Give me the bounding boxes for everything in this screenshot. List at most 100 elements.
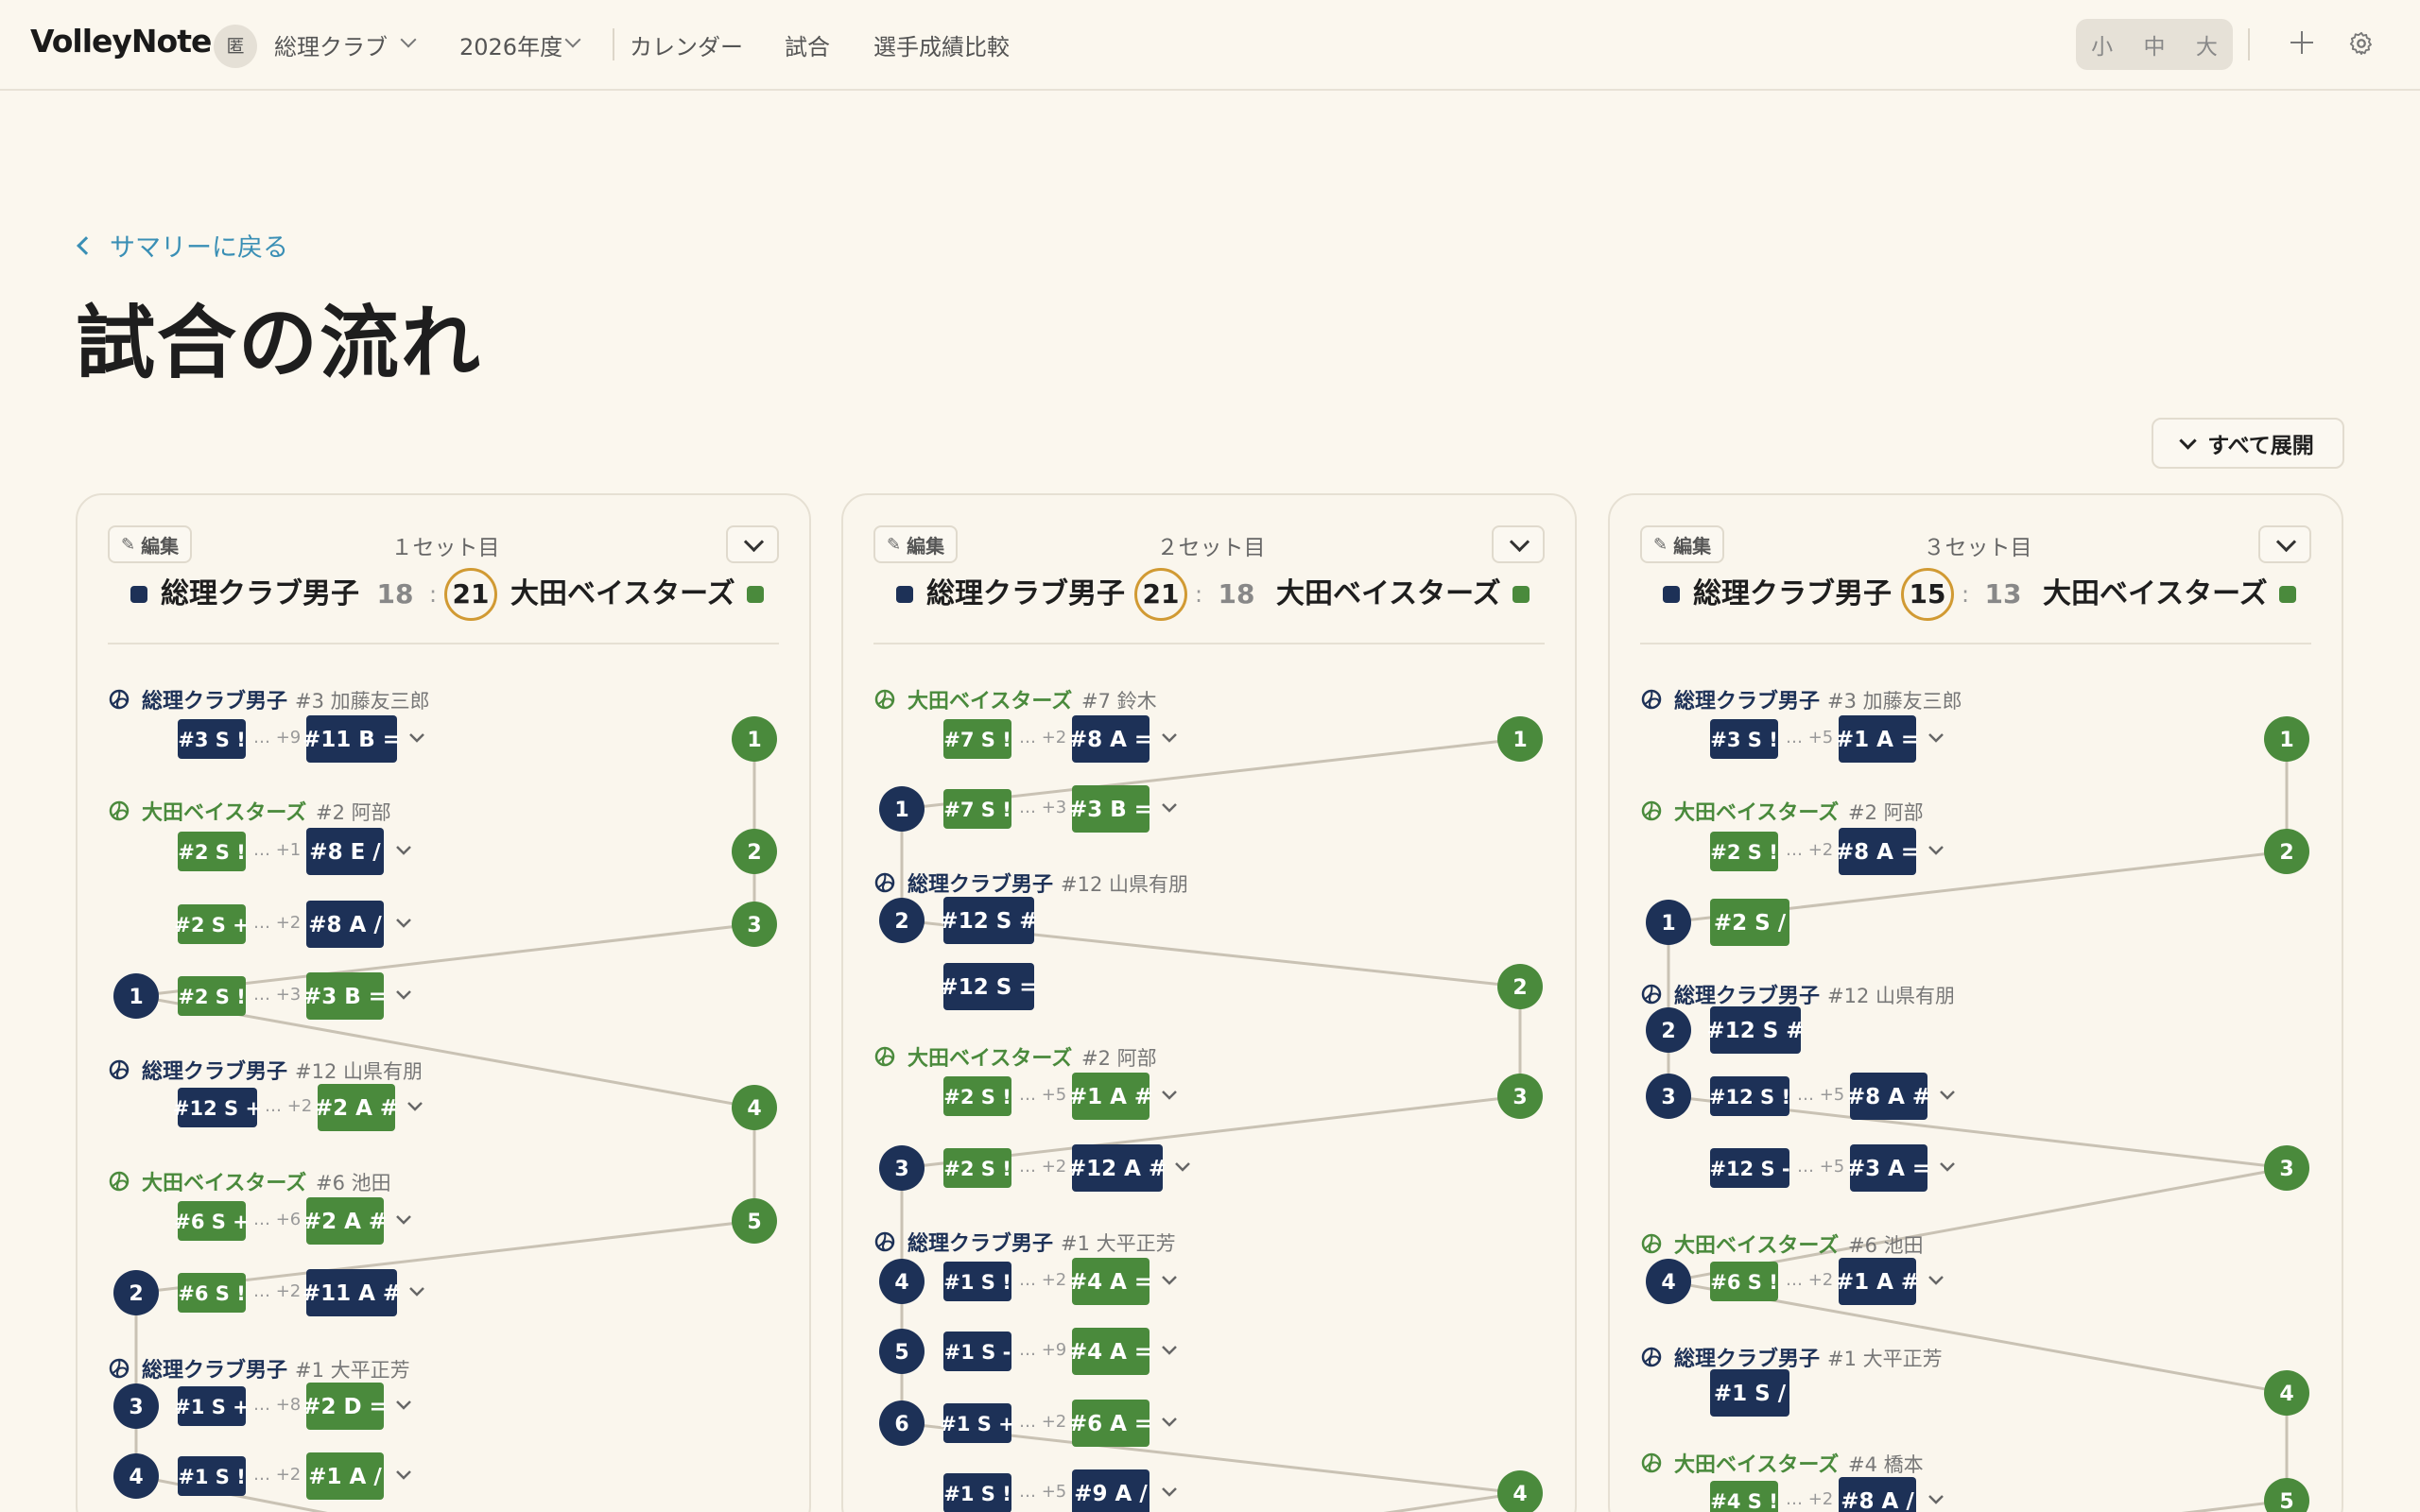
chevron-down-icon[interactable] <box>1162 733 1177 743</box>
chevron-down-icon[interactable] <box>396 919 411 928</box>
serve-chip-label: #3 S ! <box>178 729 246 751</box>
rally-row[interactable]: #6 S ! … +2 #11 A # <box>178 1269 424 1316</box>
chevron-down-icon[interactable] <box>396 1470 411 1480</box>
rally-row[interactable]: #2 S / <box>1710 899 1789 946</box>
font-size-large[interactable]: 大 <box>2196 28 2218 60</box>
brand-logo[interactable]: VolleyNote <box>30 23 212 60</box>
rally-row[interactable]: #12 S ! … +5 #8 A # <box>1709 1073 1955 1120</box>
rally-more-count: … +2 <box>253 1465 301 1485</box>
rally-row[interactable]: #4 S ! … +2 #8 A / <box>1710 1477 1944 1512</box>
rally-row[interactable]: #3 S ! … +9 #11 B = <box>178 715 424 763</box>
server-player: #1 大平正芳 <box>295 1359 410 1382</box>
font-size-small[interactable]: 小 <box>2091 28 2113 60</box>
point-node: 6 <box>879 1400 925 1446</box>
chevron-down-icon[interactable] <box>1940 1091 1955 1100</box>
end-chip-label: #1 A = <box>1836 728 1919 752</box>
serve-chip-label: #1 S + <box>940 1413 1015 1435</box>
nav-player-compare[interactable]: 選手成績比較 <box>873 28 1010 61</box>
server-team: 大田ベイスターズ <box>1674 1452 1839 1477</box>
expand-all-button[interactable]: すべて展開 <box>2152 418 2344 469</box>
chevron-down-icon[interactable] <box>1162 1091 1177 1100</box>
chevron-down-icon[interactable] <box>1928 733 1944 743</box>
chevron-down-icon[interactable] <box>396 990 411 1000</box>
rally-more-count: … +3 <box>253 985 301 1005</box>
plus-icon[interactable] <box>2288 28 2316 57</box>
toolbar-divider <box>2248 28 2250 60</box>
point-node: 2 <box>2264 829 2309 874</box>
point-node: 4 <box>1497 1470 1543 1512</box>
rally-more-count: … +5 <box>1797 1157 1844 1177</box>
point-node: 3 <box>2264 1145 2309 1191</box>
rally-row[interactable]: #2 S ! … +5 #1 A # <box>943 1073 1177 1120</box>
volleyball-icon <box>874 872 895 893</box>
point-number: 1 <box>894 799 908 822</box>
rally-row[interactable]: #2 S ! … +2 #12 A # <box>943 1144 1190 1192</box>
rally-row[interactable]: #2 S ! … +1 #8 E / <box>178 828 411 875</box>
volleyball-icon <box>874 1046 895 1067</box>
font-size-medium[interactable]: 中 <box>2143 28 2165 60</box>
nav-calendar[interactable]: カレンダー <box>630 28 743 61</box>
serve-chip-label: #1 S ! <box>943 1271 1011 1294</box>
rally-row[interactable]: #6 S +… +6 #2 A # <box>174 1197 411 1245</box>
rally-row[interactable]: #12 S = <box>940 963 1038 1010</box>
chevron-down-icon[interactable] <box>1928 1276 1944 1285</box>
back-link-label: サマリーに戻る <box>110 233 288 263</box>
point-node: 3 <box>113 1383 159 1429</box>
rally-row[interactable]: #1 S ! … +2 #4 A = <box>943 1258 1177 1305</box>
chevron-down-icon[interactable] <box>1162 1276 1177 1285</box>
rally-row[interactable]: #7 S ! … +2 #8 A = <box>943 715 1177 763</box>
end-chip-label: #2 D = <box>302 1395 388 1419</box>
point-number: 1 <box>747 729 761 752</box>
chevron-down-icon[interactable] <box>396 1400 411 1410</box>
rally-row[interactable]: #1 S / <box>1710 1369 1789 1417</box>
point-number: 4 <box>129 1466 143 1489</box>
point-node: 5 <box>2264 1478 2309 1512</box>
rally-row[interactable]: #1 S +… +8 #2 D = <box>174 1383 411 1430</box>
rally-row[interactable]: #2 S ! … +3 #3 B = <box>178 972 411 1020</box>
chevron-down-icon[interactable] <box>1162 1346 1177 1355</box>
chevron-down-icon[interactable] <box>1162 1418 1177 1427</box>
volleyball-icon <box>1641 1452 1662 1473</box>
chevron-down-icon[interactable] <box>1928 846 1944 855</box>
serve-chip-label: #7 S ! <box>943 729 1011 751</box>
rally-row[interactable]: #12 S - … +5 #3 A = <box>1709 1144 1955 1192</box>
chevron-down-icon[interactable] <box>1940 1162 1955 1172</box>
flow-content: 大田ベイスターズ #7 鈴木総理クラブ男子 #12 山県有朋大田ベイスターズ #2 阿… <box>874 689 1543 1512</box>
rally-row[interactable]: #2 S +… +2 #8 A / <box>174 901 411 948</box>
rally-row[interactable]: #1 S ! … +2 #1 A / <box>178 1452 411 1500</box>
rally-row[interactable]: #3 S ! … +5 #1 A = <box>1710 715 1944 763</box>
gear-icon[interactable] <box>2348 30 2375 57</box>
chevron-down-icon[interactable] <box>396 1215 411 1225</box>
club-selector[interactable]: 総理クラブ <box>274 28 388 61</box>
server-player: #12 山県有朋 <box>1827 985 1955 1007</box>
server-header: 総理クラブ男子 #3 加藤友三郎 <box>109 689 430 713</box>
rally-row[interactable]: #1 S ! … +5 #9 A / <box>943 1469 1177 1512</box>
serve-chip-label: #2 S + <box>174 914 250 936</box>
server-player: #3 加藤友三郎 <box>1827 690 1962 713</box>
chevron-down-icon[interactable] <box>396 846 411 855</box>
chevron-down-icon[interactable] <box>1175 1162 1190 1172</box>
rally-row[interactable]: #1 S - … +9 #4 A = <box>943 1328 1177 1375</box>
season-selector[interactable]: 2026年度 <box>459 28 562 61</box>
rally-more-count: … +8 <box>253 1395 301 1415</box>
chevron-down-icon[interactable] <box>409 1287 424 1297</box>
rally-row[interactable]: #2 S ! … +2 #8 A = <box>1710 828 1944 875</box>
rally-more-count: … +2 <box>253 1281 301 1301</box>
rally-row[interactable]: #12 S +… +2 #2 A # <box>173 1084 423 1131</box>
back-to-summary-link[interactable]: サマリーに戻る <box>77 227 288 264</box>
nav-matches[interactable]: 試合 <box>785 28 830 61</box>
chevron-down-icon[interactable] <box>1928 1495 1944 1504</box>
rally-row[interactable]: #12 S # <box>1706 1006 1805 1054</box>
font-size-toggle: 小 中 大 <box>2076 19 2233 70</box>
server-header: 大田ベイスターズ #2 阿部 <box>109 800 391 825</box>
chevron-down-icon[interactable] <box>1162 803 1177 813</box>
rally-row[interactable]: #12 S # <box>940 897 1038 944</box>
point-number: 5 <box>747 1211 761 1234</box>
point-node: 4 <box>1646 1259 1691 1304</box>
server-player: #12 山県有朋 <box>1061 873 1188 896</box>
chevron-down-icon[interactable] <box>1162 1487 1177 1497</box>
chevron-down-icon[interactable] <box>409 733 424 743</box>
chevron-left-icon <box>77 235 95 255</box>
chevron-down-icon[interactable] <box>407 1102 423 1111</box>
rally-row[interactable]: #6 S ! … +2 #1 A # <box>1710 1258 1944 1305</box>
